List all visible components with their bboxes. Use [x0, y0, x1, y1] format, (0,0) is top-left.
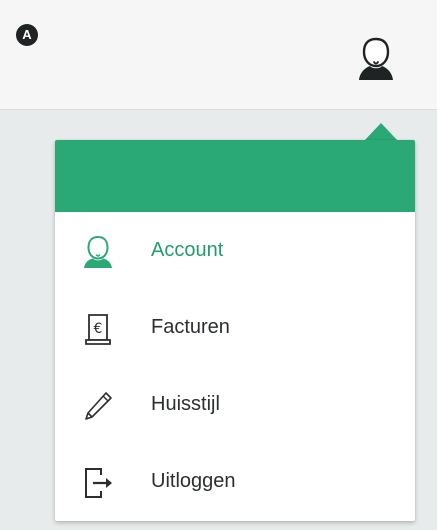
pencil-icon — [85, 392, 112, 420]
svg-text:€: € — [94, 321, 103, 337]
menu-item-account[interactable]: Account — [55, 212, 415, 289]
annotation-marker: A — [16, 24, 38, 46]
account-menu-button[interactable] — [356, 34, 396, 84]
menu-item-label: Facturen — [151, 316, 230, 338]
invoice-euro-icon: € — [85, 314, 111, 345]
user-avatar-icon — [84, 235, 112, 268]
menu-item-label: Huisstijl — [151, 393, 220, 415]
account-dropdown: Account € Facturen Huisstijl Uitloggen — [55, 140, 415, 521]
menu-item-label: Uitloggen — [151, 470, 236, 492]
logout-icon — [85, 468, 112, 498]
menu-item-facturen[interactable]: € Facturen — [55, 289, 415, 366]
dropdown-menu: Account € Facturen Huisstijl Uitloggen — [55, 212, 415, 520]
user-avatar-icon — [359, 37, 393, 80]
top-bar: A — [0, 0, 437, 110]
menu-item-label: Account — [151, 239, 224, 261]
menu-item-huisstijl[interactable]: Huisstijl — [55, 366, 415, 443]
dropdown-caret — [364, 123, 398, 141]
dropdown-header — [55, 140, 415, 212]
menu-item-uitloggen[interactable]: Uitloggen — [55, 443, 415, 520]
